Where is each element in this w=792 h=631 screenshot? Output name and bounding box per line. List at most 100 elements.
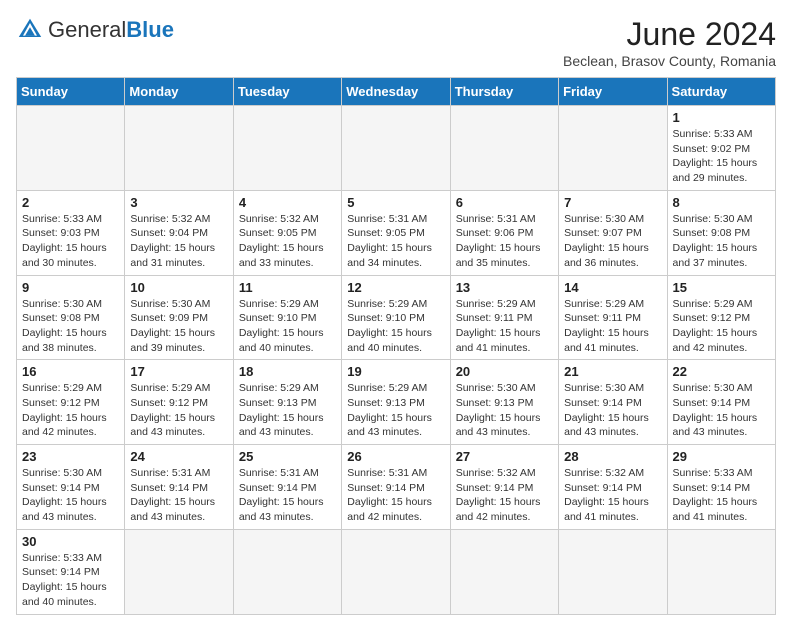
logo-general: General <box>48 17 126 42</box>
weekday-header-sunday: Sunday <box>17 78 125 106</box>
day-info: Sunrise: 5:32 AM Sunset: 9:14 PM Dayligh… <box>456 466 553 525</box>
subtitle: Beclean, Brasov County, Romania <box>563 53 776 69</box>
day-number: 19 <box>347 364 444 379</box>
month-title: June 2024 <box>563 16 776 53</box>
day-info: Sunrise: 5:32 AM Sunset: 9:14 PM Dayligh… <box>564 466 661 525</box>
day-number: 14 <box>564 280 661 295</box>
logo: GeneralBlue <box>16 16 174 44</box>
day-number: 10 <box>130 280 227 295</box>
day-info: Sunrise: 5:29 AM Sunset: 9:11 PM Dayligh… <box>564 297 661 356</box>
day-info: Sunrise: 5:30 AM Sunset: 9:08 PM Dayligh… <box>673 212 770 271</box>
day-info: Sunrise: 5:29 AM Sunset: 9:11 PM Dayligh… <box>456 297 553 356</box>
day-number: 5 <box>347 195 444 210</box>
weekday-header-monday: Monday <box>125 78 233 106</box>
day-info: Sunrise: 5:30 AM Sunset: 9:13 PM Dayligh… <box>456 381 553 440</box>
day-info: Sunrise: 5:31 AM Sunset: 9:14 PM Dayligh… <box>347 466 444 525</box>
day-number: 8 <box>673 195 770 210</box>
day-number: 15 <box>673 280 770 295</box>
calendar: SundayMondayTuesdayWednesdayThursdayFrid… <box>16 77 776 615</box>
day-info: Sunrise: 5:29 AM Sunset: 9:10 PM Dayligh… <box>347 297 444 356</box>
day-number: 1 <box>673 110 770 125</box>
calendar-cell <box>450 529 558 614</box>
day-number: 12 <box>347 280 444 295</box>
day-info: Sunrise: 5:30 AM Sunset: 9:09 PM Dayligh… <box>130 297 227 356</box>
weekday-header-saturday: Saturday <box>667 78 775 106</box>
calendar-cell <box>450 106 558 191</box>
day-number: 21 <box>564 364 661 379</box>
calendar-cell: 22Sunrise: 5:30 AM Sunset: 9:14 PM Dayli… <box>667 360 775 445</box>
calendar-week-row: 9Sunrise: 5:30 AM Sunset: 9:08 PM Daylig… <box>17 275 776 360</box>
calendar-cell: 26 Sunrise: 5:31 AM Sunset: 9:14 PM Dayli… <box>342 445 450 530</box>
calendar-cell: 13 Sunrise: 5:29 AM Sunset: 9:11 PM Dayli… <box>450 275 558 360</box>
calendar-cell: 17Sunrise: 5:29 AM Sunset: 9:12 PM Dayli… <box>125 360 233 445</box>
day-number: 3 <box>130 195 227 210</box>
day-info: Sunrise: 5:29 AM Sunset: 9:13 PM Dayligh… <box>239 381 336 440</box>
day-number: 30 <box>22 534 119 549</box>
day-info: Sunrise: 5:31 AM Sunset: 9:14 PM Dayligh… <box>239 466 336 525</box>
day-number: 22 <box>673 364 770 379</box>
calendar-cell <box>559 529 667 614</box>
day-number: 13 <box>456 280 553 295</box>
weekday-row: SundayMondayTuesdayWednesdayThursdayFrid… <box>17 78 776 106</box>
calendar-cell: 10 Sunrise: 5:30 AM Sunset: 9:09 PM Dayli… <box>125 275 233 360</box>
calendar-cell <box>667 529 775 614</box>
calendar-week-row: 2Sunrise: 5:33 AM Sunset: 9:03 PM Daylig… <box>17 190 776 275</box>
calendar-week-row: 30 Sunrise: 5:33 AM Sunset: 9:14 PM Dayli… <box>17 529 776 614</box>
day-number: 11 <box>239 280 336 295</box>
weekday-header-friday: Friday <box>559 78 667 106</box>
calendar-cell: 14 Sunrise: 5:29 AM Sunset: 9:11 PM Dayli… <box>559 275 667 360</box>
day-info: Sunrise: 5:31 AM Sunset: 9:06 PM Dayligh… <box>456 212 553 271</box>
calendar-cell: 11Sunrise: 5:29 AM Sunset: 9:10 PM Dayli… <box>233 275 341 360</box>
calendar-cell: 12 Sunrise: 5:29 AM Sunset: 9:10 PM Dayli… <box>342 275 450 360</box>
day-number: 26 <box>347 449 444 464</box>
calendar-cell <box>233 529 341 614</box>
calendar-cell: 27 Sunrise: 5:32 AM Sunset: 9:14 PM Dayli… <box>450 445 558 530</box>
calendar-cell <box>342 106 450 191</box>
calendar-cell <box>559 106 667 191</box>
calendar-cell: 4Sunrise: 5:32 AM Sunset: 9:05 PM Daylig… <box>233 190 341 275</box>
day-info: Sunrise: 5:30 AM Sunset: 9:07 PM Dayligh… <box>564 212 661 271</box>
day-info: Sunrise: 5:30 AM Sunset: 9:08 PM Dayligh… <box>22 297 119 356</box>
calendar-cell: 29Sunrise: 5:33 AM Sunset: 9:14 PM Dayli… <box>667 445 775 530</box>
day-info: Sunrise: 5:33 AM Sunset: 9:02 PM Dayligh… <box>673 127 770 186</box>
header: GeneralBlue June 2024 Beclean, Brasov Co… <box>16 16 776 69</box>
weekday-header-thursday: Thursday <box>450 78 558 106</box>
day-info: Sunrise: 5:33 AM Sunset: 9:14 PM Dayligh… <box>673 466 770 525</box>
weekday-header-tuesday: Tuesday <box>233 78 341 106</box>
page-wrapper: GeneralBlue June 2024 Beclean, Brasov Co… <box>16 16 776 615</box>
day-number: 7 <box>564 195 661 210</box>
day-number: 20 <box>456 364 553 379</box>
logo-text: GeneralBlue <box>48 19 174 41</box>
calendar-cell: 15 Sunrise: 5:29 AM Sunset: 9:12 PM Dayli… <box>667 275 775 360</box>
calendar-cell <box>233 106 341 191</box>
calendar-cell: 3 Sunrise: 5:32 AM Sunset: 9:04 PM Daylig… <box>125 190 233 275</box>
day-info: Sunrise: 5:30 AM Sunset: 9:14 PM Dayligh… <box>22 466 119 525</box>
calendar-week-row: 23 Sunrise: 5:30 AM Sunset: 9:14 PM Dayli… <box>17 445 776 530</box>
calendar-cell: 25Sunrise: 5:31 AM Sunset: 9:14 PM Dayli… <box>233 445 341 530</box>
day-info: Sunrise: 5:33 AM Sunset: 9:14 PM Dayligh… <box>22 551 119 610</box>
day-number: 6 <box>456 195 553 210</box>
day-number: 2 <box>22 195 119 210</box>
calendar-cell <box>125 529 233 614</box>
calendar-week-row: 1 Sunrise: 5:33 AM Sunset: 9:02 PM Daylig… <box>17 106 776 191</box>
day-info: Sunrise: 5:29 AM Sunset: 9:12 PM Dayligh… <box>673 297 770 356</box>
calendar-cell: 6 Sunrise: 5:31 AM Sunset: 9:06 PM Daylig… <box>450 190 558 275</box>
calendar-cell <box>342 529 450 614</box>
calendar-cell: 23 Sunrise: 5:30 AM Sunset: 9:14 PM Dayli… <box>17 445 125 530</box>
day-info: Sunrise: 5:32 AM Sunset: 9:04 PM Dayligh… <box>130 212 227 271</box>
day-info: Sunrise: 5:30 AM Sunset: 9:14 PM Dayligh… <box>564 381 661 440</box>
day-number: 18 <box>239 364 336 379</box>
calendar-cell: 28Sunrise: 5:32 AM Sunset: 9:14 PM Dayli… <box>559 445 667 530</box>
day-info: Sunrise: 5:32 AM Sunset: 9:05 PM Dayligh… <box>239 212 336 271</box>
day-info: Sunrise: 5:31 AM Sunset: 9:14 PM Dayligh… <box>130 466 227 525</box>
calendar-cell: 19Sunrise: 5:29 AM Sunset: 9:13 PM Dayli… <box>342 360 450 445</box>
calendar-cell <box>17 106 125 191</box>
day-number: 23 <box>22 449 119 464</box>
day-number: 16 <box>22 364 119 379</box>
logo-blue: Blue <box>126 17 174 42</box>
calendar-cell: 30 Sunrise: 5:33 AM Sunset: 9:14 PM Dayli… <box>17 529 125 614</box>
calendar-cell: 9Sunrise: 5:30 AM Sunset: 9:08 PM Daylig… <box>17 275 125 360</box>
day-info: Sunrise: 5:29 AM Sunset: 9:12 PM Dayligh… <box>130 381 227 440</box>
calendar-cell: 16Sunrise: 5:29 AM Sunset: 9:12 PM Dayli… <box>17 360 125 445</box>
day-number: 27 <box>456 449 553 464</box>
